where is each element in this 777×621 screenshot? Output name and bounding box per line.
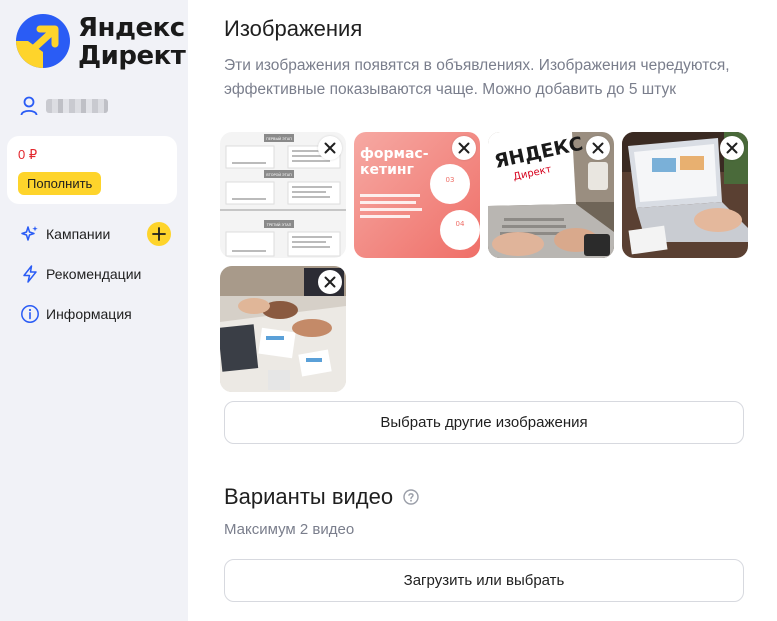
svg-text:ПЕРВЫЙ ЭТАП: ПЕРВЫЙ ЭТАП [266, 136, 292, 141]
svg-text:формаc-: формаc- [360, 146, 429, 162]
balance-card: 0 ₽ Пополнить [7, 136, 177, 204]
remove-image-button[interactable] [318, 136, 342, 160]
topup-button[interactable]: Пополнить [18, 172, 102, 195]
image-thumb-4[interactable] [622, 132, 748, 258]
yandex-direct-logo[interactable]: Яндекс Директ [14, 12, 186, 72]
image-thumb-3[interactable]: ЯНДЕКС Директ [488, 132, 614, 258]
close-icon [324, 142, 336, 154]
video-section-title-text: Варианты видео [224, 484, 394, 509]
user-account[interactable] [20, 96, 180, 116]
video-section-title: Варианты видео [224, 484, 419, 510]
sidebar-item-recommendations[interactable]: Рекомендации [20, 262, 178, 286]
sidebar-item-label: Кампании [46, 226, 111, 242]
svg-text:кетинг: кетинг [360, 162, 414, 178]
logo-text: Яндекс Директ [78, 13, 186, 71]
remove-image-button[interactable] [452, 136, 476, 160]
lightning-icon [20, 264, 40, 284]
username-redacted [46, 99, 108, 113]
image-thumb-2[interactable]: формаc- кетинг 03 04 [354, 132, 480, 258]
svg-text:ВТОРОЙ ЭТАП: ВТОРОЙ ЭТАП [266, 172, 292, 177]
image-thumb-5[interactable] [220, 266, 346, 392]
balance-value: 0 ₽ [18, 147, 38, 162]
logo-line-1: Яндекс [78, 13, 185, 43]
upload-or-choose-video-button[interactable]: Загрузить или выбрать [224, 559, 744, 602]
sidebar-item-label: Информация [46, 306, 132, 322]
choose-other-images-button[interactable]: Выбрать другие изображения [224, 401, 744, 444]
svg-text:04: 04 [456, 220, 465, 228]
logo-line-2: Директ [78, 41, 186, 71]
remove-image-button[interactable] [318, 270, 342, 294]
remove-image-button[interactable] [720, 136, 744, 160]
sidebar-item-info[interactable]: Информация [20, 302, 178, 326]
svg-text:03: 03 [446, 176, 455, 184]
close-icon [726, 142, 738, 154]
info-icon [20, 304, 40, 324]
main-content: Изображения Эти изображения появятся в о… [188, 0, 777, 621]
sparkle-icon [20, 224, 40, 244]
close-icon [592, 142, 604, 154]
video-max-hint: Максимум 2 видео [224, 521, 355, 538]
images-description: Эти изображения появятся в объявлениях. … [224, 57, 730, 98]
plus-icon [152, 227, 166, 241]
sidebar-item-label: Рекомендации [46, 266, 142, 282]
close-icon [458, 142, 470, 154]
user-icon [20, 96, 38, 116]
close-icon [324, 276, 336, 288]
image-thumb-1[interactable]: ПЕРВЫЙ ЭТАП ВТОРОЙ ЭТАП ТРЕТИЙ ЭТАП [220, 132, 346, 258]
help-icon[interactable] [403, 489, 419, 505]
remove-image-button[interactable] [586, 136, 610, 160]
logo-mark-icon [16, 14, 70, 68]
images-section-title: Изображения [224, 16, 363, 41]
sidebar: Яндекс Директ 0 ₽ Пополнить Кампании Рек… [0, 0, 188, 621]
add-campaign-button[interactable] [147, 222, 171, 246]
svg-text:ТРЕТИЙ ЭТАП: ТРЕТИЙ ЭТАП [266, 222, 292, 227]
